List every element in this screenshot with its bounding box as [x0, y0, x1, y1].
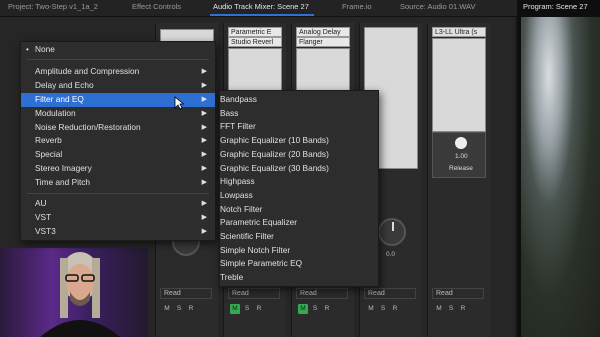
submenu-arrow-icon: ▶: [201, 165, 207, 172]
record-button[interactable]: R: [254, 304, 264, 314]
record-button[interactable]: R: [458, 304, 468, 314]
output-knob[interactable]: [455, 137, 467, 149]
submenu-item[interactable]: Simple Parametric EQ: [220, 257, 378, 271]
mute-button[interactable]: M: [298, 304, 308, 314]
record-button[interactable]: R: [186, 304, 196, 314]
submenu-arrow-icon: ▶: [201, 137, 207, 144]
automation-mode-select[interactable]: Read: [160, 288, 212, 299]
submenu-item[interactable]: Graphic Equalizer (20 Bands): [220, 148, 378, 162]
menu-separator: [27, 59, 209, 60]
menu-item-amplitude[interactable]: Amplitude and Compression ▶: [21, 65, 215, 79]
solo-button[interactable]: S: [446, 304, 456, 314]
program-video-frame: [521, 17, 600, 337]
mute-button[interactable]: M: [434, 304, 444, 314]
mute-button[interactable]: M: [366, 304, 376, 314]
volume-readout: 1.00: [455, 153, 468, 160]
menu-item-noise-reduction[interactable]: Noise Reduction/Restoration ▶: [21, 121, 215, 135]
submenu-arrow-icon: ▶: [201, 82, 207, 89]
mute-solo-record: MSR: [434, 304, 470, 314]
tab-project[interactable]: Project: Two-Step v1_1a_2: [8, 2, 98, 11]
program-monitor-title[interactable]: Program: Scene 27: [523, 2, 588, 11]
submenu-arrow-icon: ▶: [201, 96, 207, 103]
effect-slot[interactable]: Studio Reverl: [228, 37, 282, 47]
submenu-item[interactable]: Simple Notch Filter: [220, 244, 378, 258]
submenu-arrow-icon: ▶: [201, 68, 207, 75]
submenu-item[interactable]: Treble: [220, 271, 378, 285]
submenu-item[interactable]: Bandpass: [220, 93, 378, 107]
submenu-item[interactable]: Highpass: [220, 175, 378, 189]
presenter-image: [40, 252, 120, 337]
effect-slot[interactable]: L3-LL Ultra (s: [432, 27, 486, 37]
solo-button[interactable]: S: [242, 304, 252, 314]
submenu-arrow-icon: ▶: [201, 214, 207, 221]
menu-item-au[interactable]: AU ▶: [21, 197, 215, 211]
automation-mode-select[interactable]: Read: [296, 288, 348, 299]
submenu-item[interactable]: Notch Filter: [220, 203, 378, 217]
active-tab-indicator: [210, 14, 314, 16]
panel-tab-bar: Project: Two-Step v1_1a_2 Effect Control…: [0, 0, 600, 17]
filter-eq-submenu: Bandpass Bass FFT Filter Graphic Equaliz…: [219, 90, 379, 287]
menu-item-filter-eq[interactable]: Filter and EQ ▶: [21, 93, 215, 107]
submenu-arrow-icon: ▶: [201, 228, 207, 235]
submenu-arrow-icon: ▶: [201, 179, 207, 186]
submenu-item[interactable]: Parametric Equalizer: [220, 216, 378, 230]
record-button[interactable]: R: [390, 304, 400, 314]
submenu-item[interactable]: Graphic Equalizer (10 Bands): [220, 134, 378, 148]
tab-effect-controls[interactable]: Effect Controls: [132, 2, 181, 11]
effect-slot[interactable]: Flanger: [296, 37, 350, 47]
mixer-strip-5: L3-LL Ultra (s 1.00 Release Read MSR: [427, 23, 490, 337]
effect-slot[interactable]: Parametric E: [228, 27, 282, 37]
submenu-item[interactable]: Graphic Equalizer (30 Bands): [220, 162, 378, 176]
mute-solo-record: MSR: [162, 304, 198, 314]
solo-button[interactable]: S: [174, 304, 184, 314]
submenu-arrow-icon: ▶: [201, 124, 207, 131]
program-monitor: Program: Scene 27: [517, 0, 600, 337]
menu-separator: [27, 193, 209, 194]
automation-mode-select[interactable]: Read: [364, 288, 416, 299]
effects-rack[interactable]: [432, 38, 486, 132]
mute-button[interactable]: M: [162, 304, 172, 314]
solo-button[interactable]: S: [310, 304, 320, 314]
menu-item-reverb[interactable]: Reverb ▶: [21, 134, 215, 148]
menu-item-vst[interactable]: VST ▶: [21, 211, 215, 225]
submenu-item[interactable]: Bass: [220, 107, 378, 121]
solo-button[interactable]: S: [378, 304, 388, 314]
mute-solo-record: MSR: [366, 304, 402, 314]
tab-source[interactable]: Source: Audio 01.WAV: [400, 2, 475, 11]
submenu-arrow-icon: ▶: [201, 151, 207, 158]
menu-item-stereo-imagery[interactable]: Stereo Imagery ▶: [21, 162, 215, 176]
effect-slot[interactable]: Analog Delay: [296, 27, 350, 37]
mute-solo-record: MSR: [298, 304, 334, 314]
submenu-item[interactable]: Scientific Filter: [220, 230, 378, 244]
pan-knob[interactable]: [378, 218, 406, 246]
menu-item-special[interactable]: Special ▶: [21, 148, 215, 162]
tab-audio-track-mixer[interactable]: Audio Track Mixer: Scene 27: [213, 2, 309, 11]
effects-category-menu: • None Amplitude and Compression ▶ Delay …: [20, 41, 216, 241]
menu-item-modulation[interactable]: Modulation ▶: [21, 107, 215, 121]
automation-mode-select[interactable]: Read: [228, 288, 280, 299]
menu-item-vst3[interactable]: VST3 ▶: [21, 225, 215, 239]
mute-solo-record: MSR: [230, 304, 266, 314]
submenu-arrow-icon: ▶: [201, 110, 207, 117]
mouse-cursor-icon: [174, 96, 184, 110]
pan-value: 0.0: [386, 251, 396, 258]
automation-mode-select[interactable]: Read: [432, 288, 484, 299]
menu-item-delay[interactable]: Delay and Echo ▶: [21, 79, 215, 93]
submenu-arrow-icon: ▶: [201, 200, 207, 207]
tab-frameio[interactable]: Frame.io: [342, 2, 372, 11]
selected-bullet-icon: •: [26, 45, 29, 54]
submenu-item[interactable]: FFT Filter: [220, 120, 378, 134]
release-dropdown[interactable]: Release: [449, 165, 473, 172]
mute-button[interactable]: M: [230, 304, 240, 314]
menu-item-none[interactable]: • None: [21, 43, 215, 57]
record-button[interactable]: R: [322, 304, 332, 314]
webcam-overlay: [0, 248, 148, 337]
menu-item-time-pitch[interactable]: Time and Pitch ▶: [21, 176, 215, 190]
plugin-control-panel: 1.00 Release: [432, 132, 486, 178]
submenu-item[interactable]: Lowpass: [220, 189, 378, 203]
